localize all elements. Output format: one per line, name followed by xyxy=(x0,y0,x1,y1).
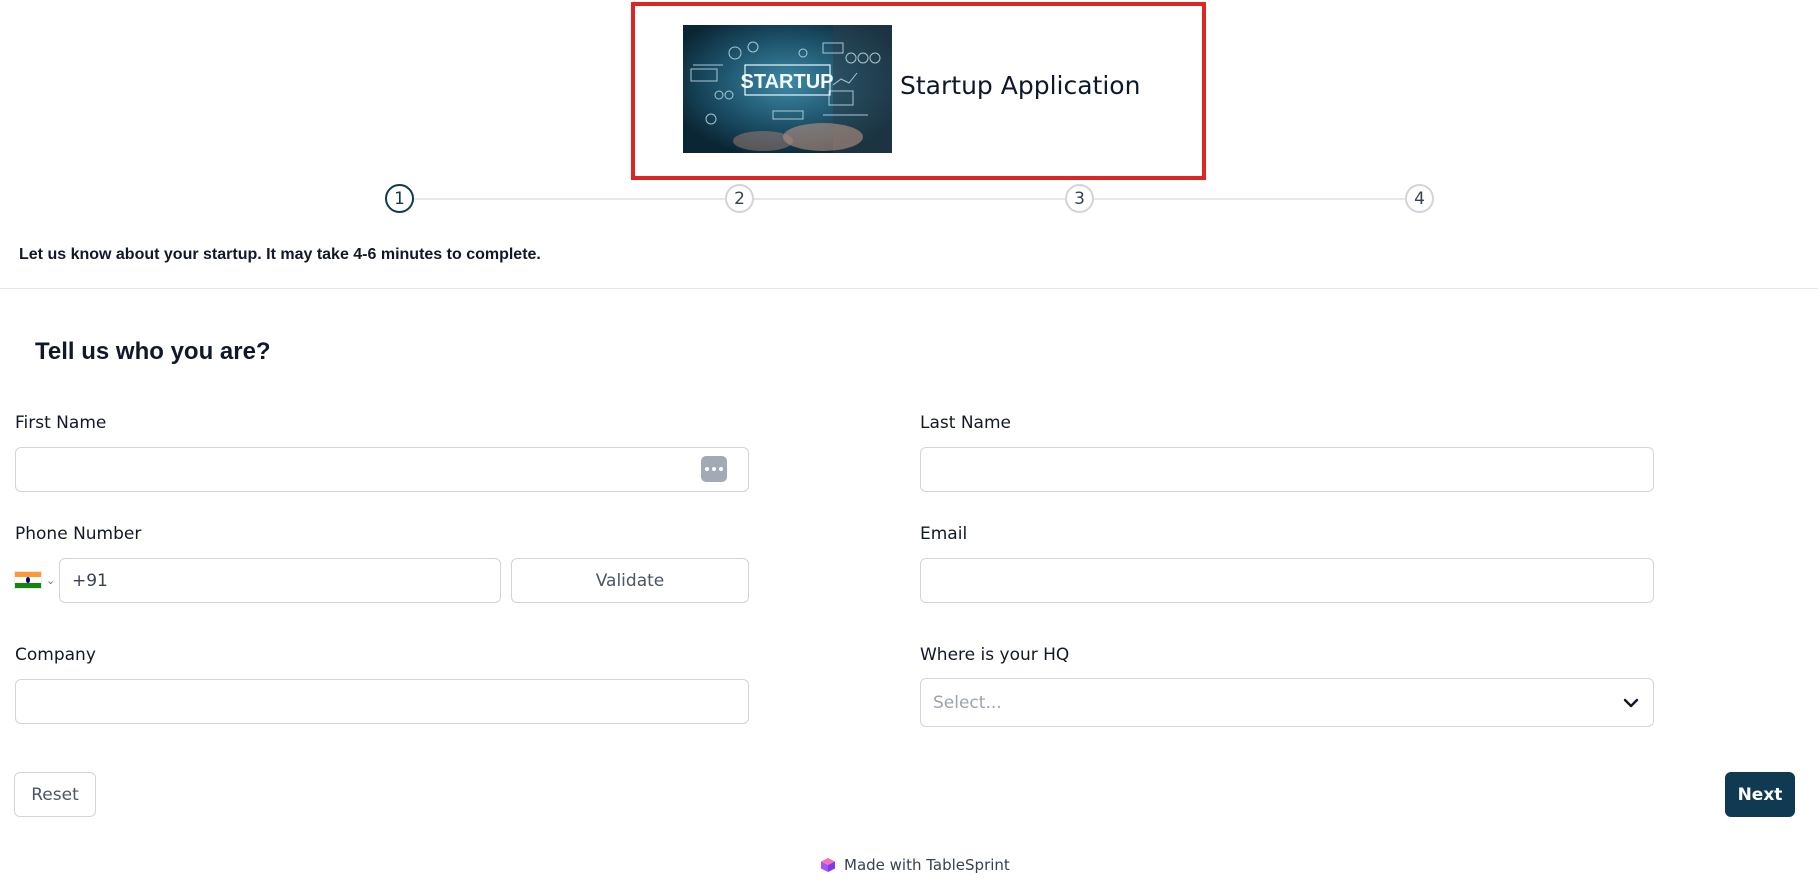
first-name-label: First Name xyxy=(15,413,107,433)
step-2[interactable]: 2 xyxy=(725,184,754,213)
email-label: Email xyxy=(920,524,968,544)
progress-stepper: 1 2 3 4 xyxy=(385,184,1435,214)
stepper-line xyxy=(399,198,1421,200)
hq-select-placeholder: Select... xyxy=(933,692,1002,713)
reset-button[interactable]: Reset xyxy=(14,772,96,817)
tablesprint-logo-icon xyxy=(821,858,835,872)
footer-text[interactable]: Made with TableSprint xyxy=(844,856,1010,874)
email-input[interactable] xyxy=(920,558,1654,603)
step-1[interactable]: 1 xyxy=(385,184,414,213)
company-label: Company xyxy=(15,645,96,665)
page-title: Startup Application xyxy=(900,71,1141,100)
step-4[interactable]: 4 xyxy=(1405,184,1434,213)
company-input[interactable] xyxy=(15,679,749,724)
next-button[interactable]: Next xyxy=(1725,772,1795,817)
intro-text: Let us know about your startup. It may t… xyxy=(19,246,541,263)
svg-text:STARTUP: STARTUP xyxy=(741,71,834,93)
first-name-input[interactable] xyxy=(15,447,749,492)
country-code-select[interactable]: ⌄ xyxy=(14,566,56,594)
startup-banner-image: STARTUP xyxy=(683,25,892,153)
footer[interactable]: Made with TableSprint xyxy=(820,856,1010,874)
password-manager-icon[interactable] xyxy=(701,456,727,482)
section-title: Tell us who you are? xyxy=(35,338,271,365)
chevron-down-icon: ⌄ xyxy=(46,573,56,587)
last-name-input[interactable] xyxy=(920,447,1654,492)
divider xyxy=(0,288,1818,289)
chevron-down-icon xyxy=(1623,698,1639,707)
india-flag-icon xyxy=(14,571,42,589)
hq-select[interactable]: Select... xyxy=(920,678,1654,727)
last-name-label: Last Name xyxy=(920,413,1011,433)
brand-header: STARTUP Startup Application xyxy=(631,2,1206,180)
step-3[interactable]: 3 xyxy=(1065,184,1094,213)
phone-number-label: Phone Number xyxy=(15,524,142,544)
validate-button[interactable]: Validate xyxy=(511,558,749,603)
hq-label: Where is your HQ xyxy=(920,645,1070,665)
phone-number-input[interactable] xyxy=(59,558,501,603)
